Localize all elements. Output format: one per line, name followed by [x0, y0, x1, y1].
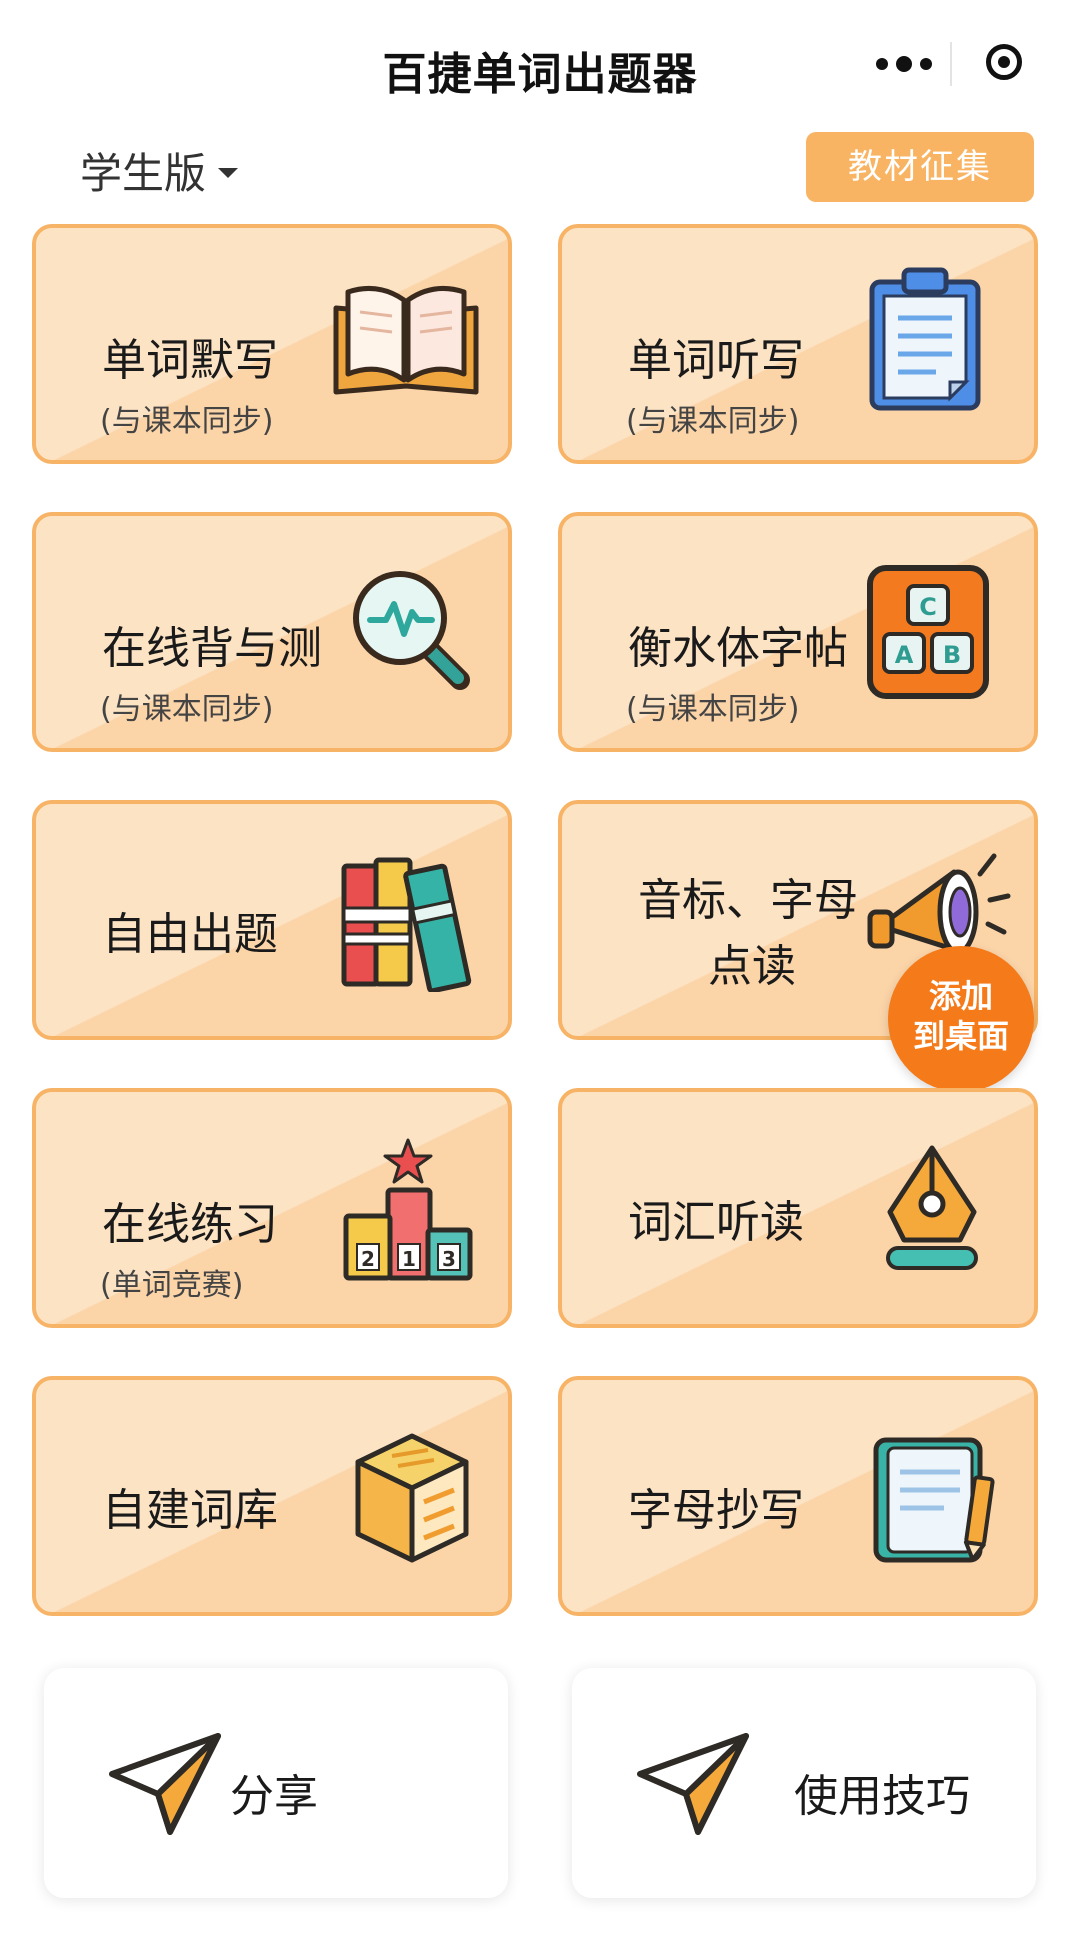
usage-tips-button[interactable]: 使用技巧 [572, 1668, 1036, 1898]
share-label: 分享 [230, 1771, 318, 1822]
card-title: 字母抄写 [628, 1485, 804, 1536]
podium-label-3: 3 [442, 1247, 456, 1271]
paper-plane-icon [637, 1733, 749, 1835]
card-title: 自由出题 [102, 909, 278, 960]
card-subtitle: (单词竞赛) [100, 1268, 244, 1303]
pen-nib-icon [886, 1145, 978, 1270]
card-title: 在线练习 [102, 1199, 278, 1250]
card-online-memorize[interactable]: 在线背与测 (与课本同步) [32, 512, 512, 752]
clipboard-icon [869, 267, 981, 411]
add-to-desktop-badge[interactable]: 添加 到桌面 [888, 946, 1034, 1092]
card-title: 衡水体字帖 [628, 623, 848, 674]
podium-icon: 2 1 3 [343, 1138, 473, 1281]
card-online-practice[interactable]: 在线练习 (单词竞赛) 2 1 3 [32, 1088, 512, 1328]
more-icon[interactable] [872, 50, 942, 78]
card-word-listening[interactable]: 单词听写 (与课本同步) [558, 224, 1038, 464]
badge-line2: 到桌面 [912, 1017, 1009, 1055]
card-free-quiz[interactable]: 自由出题 [32, 800, 512, 1040]
card-subtitle: (与课本同步) [100, 404, 274, 439]
capsule-divider [950, 42, 952, 86]
textbook-collect-button[interactable]: 教材征集 [806, 132, 1034, 202]
card-subtitle: (与课本同步) [100, 692, 274, 727]
card-subtitle: (与课本同步) [626, 404, 800, 439]
card-subtitle: (与课本同步) [626, 692, 800, 727]
card-title: 词汇听读 [628, 1197, 804, 1248]
block-letter-a: A [895, 641, 914, 669]
edition-label: 学生版 [80, 149, 207, 198]
open-book-icon [333, 285, 479, 395]
card-custom-wordbank[interactable]: 自建词库 [32, 1376, 512, 1616]
usage-tips-label: 使用技巧 [794, 1771, 970, 1822]
card-vocab-listen-read[interactable]: 词汇听读 [558, 1088, 1038, 1328]
close-target-icon[interactable] [986, 44, 1022, 80]
mini-program-capsule [854, 28, 1046, 100]
card-letter-copy[interactable]: 字母抄写 [558, 1376, 1038, 1616]
cube-icon [355, 1433, 469, 1563]
paper-plane-icon [109, 1733, 221, 1835]
notebook-pencil-icon [873, 1437, 995, 1563]
card-title: 单词默写 [102, 335, 278, 386]
card-title: 在线背与测 [102, 623, 322, 674]
card-title: 单词听写 [628, 335, 804, 386]
podium-label-1: 1 [402, 1247, 416, 1271]
block-letter-c: C [919, 593, 937, 621]
card-word-dictation[interactable]: 单词默写 (与课本同步) [32, 224, 512, 464]
card-title: 自建词库 [102, 1485, 278, 1536]
badge-line1: 添加 [928, 977, 993, 1015]
abc-blocks-icon: C A B [867, 565, 989, 699]
podium-label-2: 2 [361, 1247, 375, 1271]
edition-dropdown[interactable]: 学生版 [80, 140, 239, 201]
share-button[interactable]: 分享 [44, 1668, 508, 1898]
magnifier-icon [353, 571, 470, 690]
block-letter-b: B [943, 641, 961, 669]
card-title-line2: 点读 [708, 941, 796, 992]
card-title-line1: 音标、字母 [638, 875, 858, 926]
books-icon [341, 857, 472, 992]
caret-down-icon [218, 167, 239, 178]
card-hengshui-copybook[interactable]: 衡水体字帖 (与课本同步) C A B [558, 512, 1038, 752]
